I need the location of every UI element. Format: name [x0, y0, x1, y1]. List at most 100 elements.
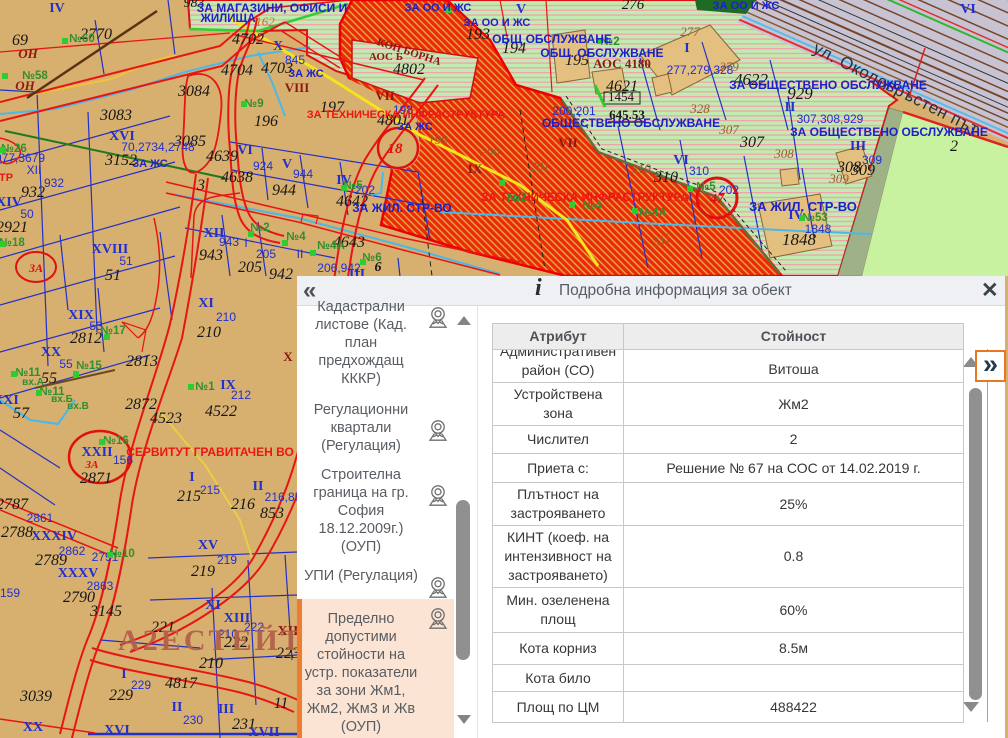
svg-text:№10: №10: [109, 548, 135, 560]
svg-text:V: V: [516, 2, 526, 17]
svg-text:200: 200: [480, 144, 500, 159]
svg-text:210: 210: [197, 324, 221, 341]
svg-text:1454: 1454: [608, 89, 635, 104]
svg-text:277: 277: [680, 24, 700, 39]
svg-text:VI: VI: [960, 2, 976, 17]
svg-text:ЗА ОО И ЖС: ЗА ОО И ЖС: [713, 0, 780, 12]
svg-text:230: 230: [183, 713, 203, 727]
svg-text:942: 942: [269, 266, 293, 283]
svg-text:276: 276: [622, 0, 645, 13]
svg-text:XI: XI: [198, 296, 214, 311]
svg-text:№15: №15: [76, 360, 102, 372]
svg-text:IX: IX: [468, 161, 483, 176]
svg-text:215: 215: [200, 483, 220, 497]
svg-text:ЗА ЖИЛ. СТР-ВО: ЗА ЖИЛ. СТР-ВО: [352, 201, 451, 215]
svg-text:№16: №16: [103, 435, 129, 447]
svg-text:ЖИЛИЩА: ЖИЛИЩА: [199, 13, 255, 25]
svg-text:ЗА ОО И ЖС: ЗА ОО И ЖС: [464, 17, 531, 29]
svg-text:XVII: XVII: [248, 725, 279, 738]
svg-text:I: I: [684, 41, 689, 56]
svg-text:216: 216: [231, 496, 255, 513]
svg-text:VI: VI: [673, 153, 689, 168]
svg-text:47: 47: [709, 192, 725, 207]
svg-text:2: 2: [950, 138, 958, 155]
svg-text:3083: 3083: [99, 107, 132, 124]
svg-text:2813: 2813: [126, 353, 158, 370]
svg-text:309: 309: [828, 171, 849, 186]
svg-text:219: 219: [191, 563, 215, 580]
svg-text:210: 210: [216, 310, 236, 324]
svg-text:ЗА ЖС: ЗА ЖС: [397, 121, 433, 133]
svg-text:XIX: XIX: [68, 308, 94, 323]
svg-text:XXI: XXI: [0, 393, 19, 408]
svg-text:4702: 4702: [232, 31, 264, 48]
svg-text:162: 162: [255, 14, 275, 29]
svg-text:IX: IX: [220, 378, 236, 393]
svg-text:229: 229: [131, 678, 151, 692]
svg-text:11: 11: [274, 695, 289, 712]
svg-text:55: 55: [59, 357, 73, 371]
svg-text:XX: XX: [23, 720, 43, 735]
svg-text:II: II: [172, 700, 183, 715]
svg-text:№9: №9: [244, 98, 263, 110]
svg-text:АОС Б: АОС Б: [369, 51, 403, 63]
svg-text:III: III: [218, 702, 234, 717]
svg-text:2871: 2871: [80, 470, 112, 487]
svg-text:4704: 4704: [221, 62, 253, 79]
svg-text:1848: 1848: [805, 222, 832, 236]
svg-text:ОБЩЕСТВЕНО ОБСЛУЖВАНЕ: ОБЩЕСТВЕНО ОБСЛУЖВАНЕ: [542, 116, 720, 130]
svg-text:4802: 4802: [393, 61, 425, 78]
svg-text:СЕРВИТУТ ГРАВИТАЧЕН ВО: СЕРВИТУТ ГРАВИТАЧЕН ВО: [126, 445, 294, 459]
svg-text:205: 205: [256, 247, 276, 261]
svg-text:4522: 4522: [205, 403, 237, 420]
svg-text:VII: VII: [375, 88, 395, 103]
svg-text:№2: №2: [507, 192, 526, 204]
svg-text:944: 944: [293, 167, 313, 181]
svg-text:51: 51: [105, 267, 121, 284]
svg-text:2861: 2861: [27, 511, 54, 525]
svg-text:№4А: №4А: [317, 240, 345, 252]
svg-text:307,308,929: 307,308,929: [797, 112, 864, 126]
svg-text:4523: 4523: [150, 410, 182, 427]
svg-text:2863: 2863: [87, 579, 114, 593]
svg-text:ЗА ОБЩЕСТВЕНО ОБСЛУЖВАНЕ: ЗА ОБЩЕСТВЕНО ОБСЛУЖВАНЕ: [729, 78, 927, 92]
svg-text:XIV: XIV: [0, 195, 22, 210]
svg-text:199: 199: [428, 132, 448, 147]
svg-text:159: 159: [0, 586, 20, 600]
svg-text:201: 201: [530, 159, 550, 174]
svg-text:3145: 3145: [89, 603, 122, 620]
svg-text:210: 210: [199, 655, 223, 672]
svg-text:I: I: [189, 470, 194, 485]
svg-text:ЗА ЖИЛ. СТР-ВО: ЗА ЖИЛ. СТР-ВО: [749, 199, 857, 214]
svg-text:3084: 3084: [177, 83, 210, 100]
svg-text:944: 944: [272, 182, 296, 199]
svg-text:853: 853: [260, 505, 284, 522]
svg-text:X: X: [283, 349, 293, 364]
svg-text:ЗА ТЕХНИЧЕСКА ИНФРАСТРУКТУРА: ЗА ТЕХНИЧЕСКА ИНФРАСТРУКТУРА: [307, 109, 505, 121]
svg-text:2921: 2921: [0, 219, 28, 236]
svg-text:932: 932: [44, 176, 64, 190]
svg-text:205: 205: [238, 259, 262, 276]
svg-text:II: II: [785, 100, 796, 115]
svg-text:18: 18: [388, 141, 404, 157]
svg-text:XXXIV: XXXIV: [31, 529, 77, 544]
svg-text:229: 229: [109, 687, 133, 704]
svg-text:II: II: [297, 247, 304, 261]
svg-text:ТР: ТР: [0, 172, 13, 184]
svg-text:XII: XII: [27, 163, 42, 177]
svg-text:вх.А: вх.А: [22, 377, 44, 388]
svg-text:943: 943: [199, 247, 223, 264]
svg-text:IV: IV: [49, 1, 65, 16]
svg-text:ОБЩ. ОБСЛУЖВАНЕ: ОБЩ. ОБСЛУЖВАНЕ: [540, 46, 663, 60]
svg-text:2862: 2862: [59, 544, 86, 558]
svg-text:ЗА: ЗА: [28, 261, 43, 275]
svg-text:2788: 2788: [1, 524, 33, 541]
svg-text:А2ЕСТЕЙТ: А2ЕСТЕЙТ: [118, 624, 304, 657]
svg-text:XXXV: XXXV: [58, 566, 98, 581]
svg-text:310: 310: [653, 169, 678, 186]
svg-text:ЗА ЖС: ЗА ЖС: [132, 158, 168, 170]
svg-text:XVI: XVI: [109, 129, 135, 144]
svg-text:VI: VI: [237, 143, 253, 158]
svg-text:I: I: [244, 236, 247, 250]
svg-text:вх.В: вх.В: [67, 401, 89, 412]
